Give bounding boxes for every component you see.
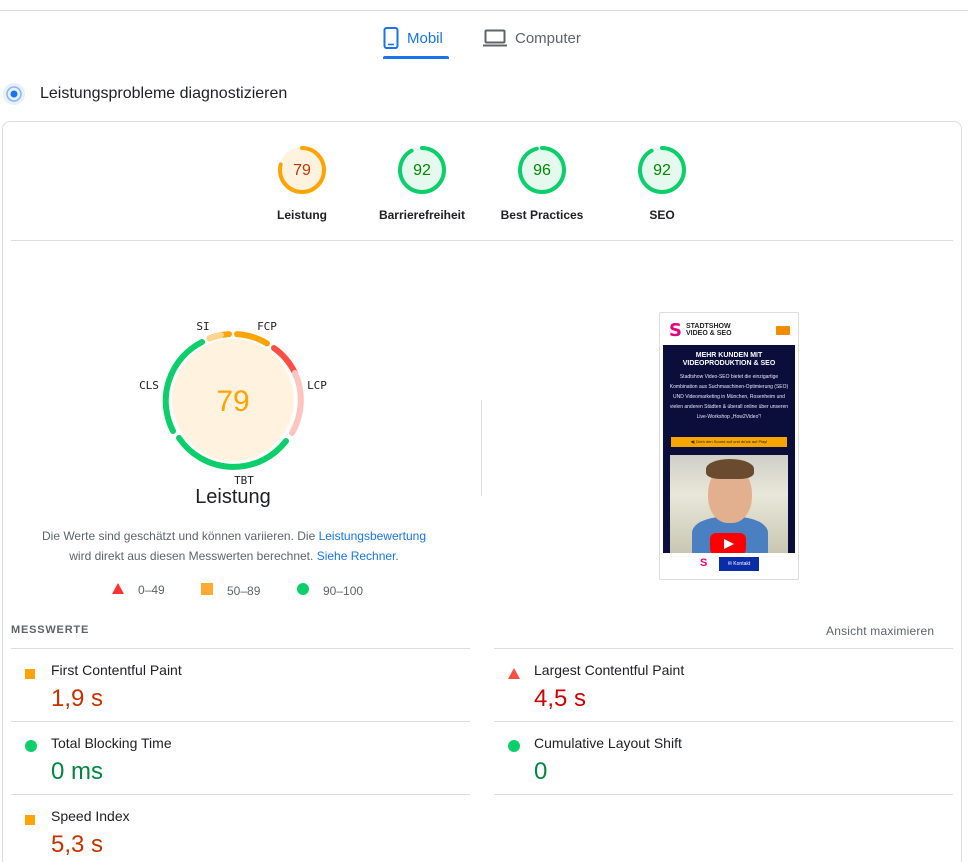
category-gauges: 79 Leistung 92 Barrierefreiheit 96 Best … <box>0 144 968 229</box>
preview-video-thumbnail <box>670 455 788 553</box>
preview-logo-line-1: STADTSHOW <box>686 323 731 330</box>
metric-tbt-name: Total Blocking Time <box>51 735 172 751</box>
gauge-best-practices[interactable]: 96 Best Practices <box>487 144 597 222</box>
metric-cls: Cumulative Layout Shift 0 <box>494 722 953 795</box>
gauge-accessibility-score: 92 <box>413 162 431 179</box>
square-icon <box>25 666 35 684</box>
vertical-divider <box>481 400 482 496</box>
performance-score: 79 <box>216 385 249 418</box>
circle-icon <box>25 739 37 757</box>
top-border <box>0 10 968 11</box>
link-calculator[interactable]: Siehe Rechner <box>317 549 396 563</box>
tab-desktop-label: Computer <box>515 29 581 47</box>
legend-pass-label: 90–100 <box>323 583 364 598</box>
preview-person-hair <box>706 459 754 479</box>
link-performance-score[interactable]: Leistungsbewertung <box>319 529 426 543</box>
performance-gauge: 79 SI FCP LCP CLS TBT <box>135 315 335 495</box>
metric-lcp: Largest Contentful Paint 4,5 s <box>494 649 953 722</box>
gauge-best-practices-score: 96 <box>533 162 551 179</box>
metric-tbt-value: 0 ms <box>51 758 104 785</box>
metric-tbt: Total Blocking Time 0 ms <box>11 722 470 795</box>
metric-cls-value: 0 <box>534 758 548 785</box>
metric-fcp-value: 1,9 s <box>51 685 104 712</box>
preview-kontakt-button: ✉ Kontakt <box>719 557 759 571</box>
explain-text-3: . <box>395 549 399 563</box>
diagnose-title: Leistungsprobleme diagnostizieren <box>40 85 288 102</box>
square-icon <box>25 812 35 830</box>
performance-gauge-svg: 79 SI FCP LCP CLS TBT <box>139 320 327 487</box>
gauge-accessibility[interactable]: 92 Barrierefreiheit <box>367 144 477 222</box>
explain-text-1: Die Werte sind geschätzt und können vari… <box>41 529 319 543</box>
gauge-seo-ring: 92 <box>638 146 686 194</box>
divider <box>494 794 953 795</box>
expand-view-toggle[interactable]: Ansicht maximieren <box>826 624 934 638</box>
legend-fail: 0–49 <box>112 583 165 597</box>
preview-logo-text: STADTSHOW VIDEO & SEO <box>686 323 756 337</box>
metric-si-name: Speed Index <box>51 808 130 824</box>
label-si: SI <box>196 320 209 333</box>
tab-mobile-label: Mobil <box>407 29 443 47</box>
smartphone-icon <box>383 27 399 49</box>
preview-headline: MEHR KUNDEN MIT VIDEOPRODUKTION & SEO <box>682 352 776 367</box>
legend-average: 50–89 <box>201 583 260 598</box>
tab-desktop[interactable]: Computer <box>483 18 593 58</box>
metric-si: Speed Index 5,3 s <box>11 795 470 862</box>
gauge-best-practices-label: Best Practices <box>500 208 584 222</box>
square-icon <box>201 583 213 598</box>
gauge-performance-label: Leistung <box>277 208 327 222</box>
label-lcp: LCP <box>307 379 327 392</box>
metric-fcp-name: First Contentful Paint <box>51 662 182 678</box>
preview-body: Stadtshow Video-SEO bietet die einzigart… <box>669 374 789 420</box>
metric-lcp-value: 4,5 s <box>534 685 587 712</box>
gauge-accessibility-ring: 92 <box>398 146 446 194</box>
laptop-icon <box>483 29 507 47</box>
score-explanation: Die Werte sind geschätzt und können vari… <box>30 526 438 566</box>
gauge-seo[interactable]: 92 SEO <box>607 144 717 222</box>
gauge-best-practices-ring: 96 <box>518 146 566 194</box>
tab-mobile[interactable]: Mobil <box>383 18 449 58</box>
device-tabs: Mobil Computer <box>0 18 968 62</box>
performance-title: Leistung <box>195 486 271 508</box>
hamburger-menu-icon <box>776 326 790 335</box>
legend-fail-label: 0–49 <box>138 583 165 597</box>
gauge-performance-ring: 79 <box>278 146 326 194</box>
label-cls: CLS <box>139 379 159 392</box>
circle-icon <box>297 583 309 598</box>
divider <box>11 240 953 241</box>
metric-lcp-name: Largest Contentful Paint <box>534 662 685 678</box>
triangle-icon <box>112 583 124 597</box>
preview-sound-button: ◀) Dreh den Sound auf und drück auf Play… <box>671 437 787 447</box>
tab-active-indicator <box>383 56 449 59</box>
score-legend: 0–49 50–89 90–100 <box>0 583 480 603</box>
metric-si-value: 5,3 s <box>51 831 104 858</box>
metric-fcp: First Contentful Paint 1,9 s <box>11 649 470 722</box>
label-fcp: FCP <box>257 320 277 333</box>
triangle-icon <box>508 666 520 684</box>
segment-si-remaining <box>206 332 224 342</box>
preview-logo-line-2: VIDEO & SEO <box>686 330 732 337</box>
preview-header: S STADTSHOW VIDEO & SEO <box>660 313 798 345</box>
youtube-play-icon <box>710 533 746 553</box>
lighthouse-icon <box>3 83 25 105</box>
preview-logo-mark: S <box>669 320 682 341</box>
gauge-performance[interactable]: 79 Leistung <box>247 144 357 222</box>
preview-footer-logo: S <box>700 557 708 569</box>
gauge-performance-score: 79 <box>293 162 311 179</box>
page-screenshot-preview[interactable]: S STADTSHOW VIDEO & SEO MEHR KUNDEN MIT … <box>659 312 799 580</box>
gauge-seo-label: SEO <box>649 208 675 222</box>
diagnose-header: Leistungsprobleme diagnostizieren <box>2 80 287 108</box>
metrics-title: MESSWERTE <box>11 624 90 636</box>
preview-hero: MEHR KUNDEN MIT VIDEOPRODUKTION & SEO St… <box>663 345 795 553</box>
gauge-seo-score: 92 <box>653 162 671 179</box>
metric-cls-name: Cumulative Layout Shift <box>534 735 682 751</box>
legend-average-label: 50–89 <box>227 583 261 598</box>
circle-icon <box>508 739 520 757</box>
legend-pass: 90–100 <box>297 583 363 598</box>
explain-text-2: wird direkt aus diesen Messwerten berech… <box>69 549 317 563</box>
gauge-accessibility-label: Barrierefreiheit <box>378 208 466 222</box>
